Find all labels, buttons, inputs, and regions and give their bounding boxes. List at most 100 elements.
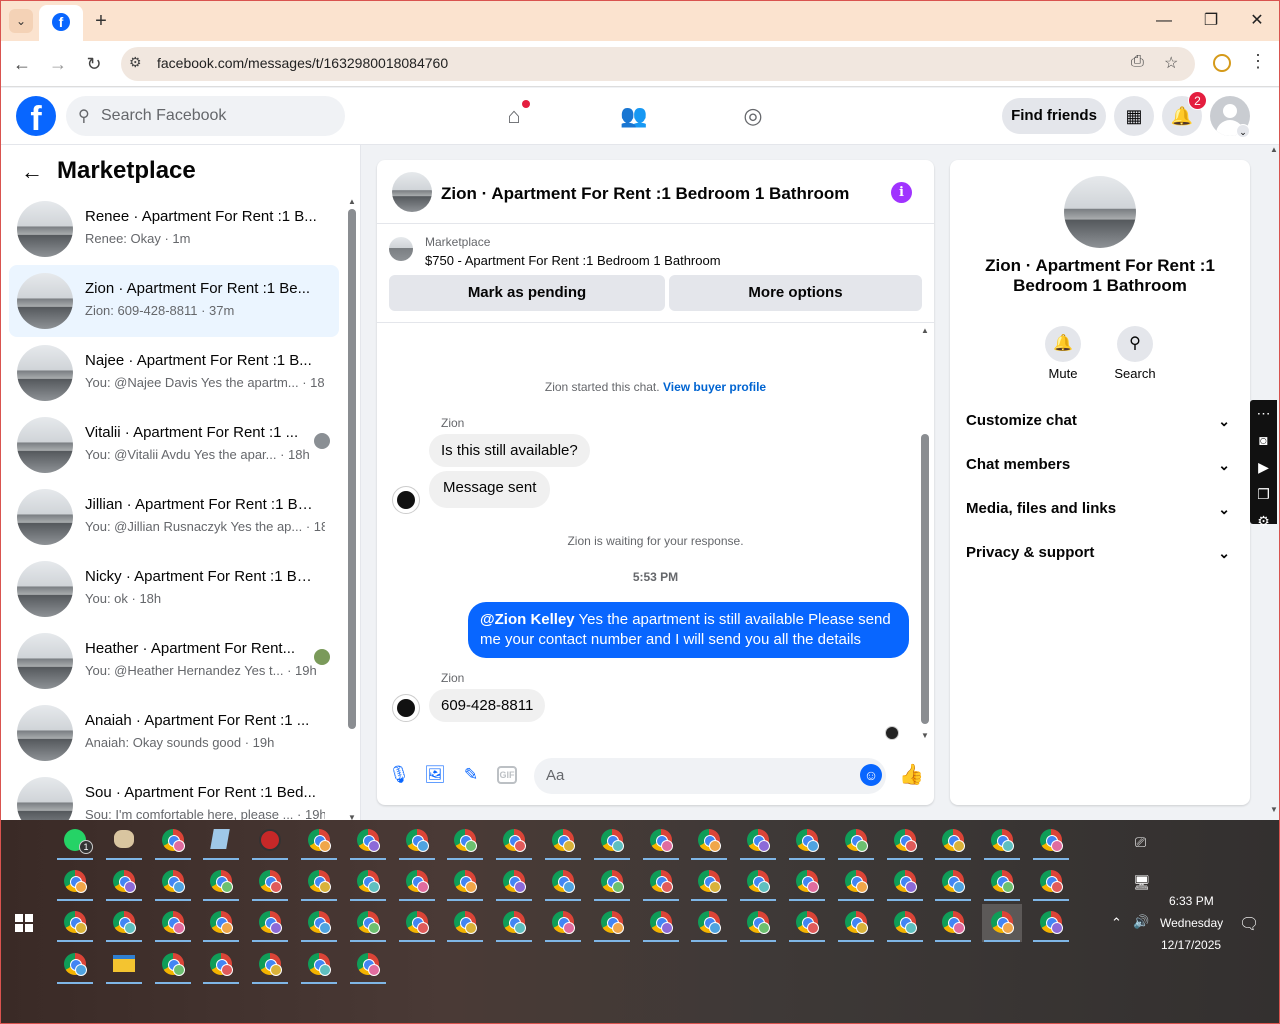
chrome-profile-icon[interactable]	[738, 904, 778, 942]
clock-date[interactable]: 12/17/2025	[1161, 938, 1221, 952]
clock-day[interactable]: Wednesday	[1160, 916, 1223, 930]
chrome-profile-icon[interactable]	[494, 904, 534, 942]
chrome-profile-icon[interactable]	[201, 946, 241, 984]
chrome-profile-icon[interactable]	[348, 822, 388, 860]
chrome-profile-icon[interactable]	[397, 863, 437, 901]
chrome-profile-icon[interactable]	[397, 904, 437, 942]
tray-chevron-icon[interactable]: ⌃	[1111, 915, 1122, 931]
chrome-profile-icon[interactable]	[641, 863, 681, 901]
chrome-profile-icon[interactable]	[689, 904, 729, 942]
chat-thumbnail[interactable]	[392, 172, 432, 212]
chrome-profile-icon[interactable]	[641, 904, 681, 942]
close-window-button[interactable]: ✕	[1242, 9, 1272, 33]
notification-center-icon[interactable]: 🗨	[1239, 914, 1259, 934]
chrome-profile-icon[interactable]	[55, 904, 95, 942]
chrome-profile-icon[interactable]	[201, 863, 241, 901]
chrome-profile-icon[interactable]	[104, 863, 144, 901]
chrome-profile-icon[interactable]	[299, 946, 339, 984]
chrome-profile-icon[interactable]	[787, 822, 827, 860]
chrome-profile-icon[interactable]	[592, 863, 632, 901]
chrome-profile-icon[interactable]	[348, 904, 388, 942]
conversation-item[interactable]: Renee · Apartment For Rent :1 B... Renee…	[9, 193, 339, 265]
emoji-icon[interactable]: ☺	[860, 764, 882, 786]
conversation-item[interactable]: Sou · Apartment For Rent :1 Bed... Sou: …	[9, 769, 339, 821]
message-input[interactable]: Aa ☺	[534, 758, 886, 794]
conversation-item[interactable]: Nicky · Apartment For Rent :1 Be... You:…	[9, 553, 339, 625]
back-button[interactable]: ←	[10, 52, 34, 76]
account-chevron-icon[interactable]: ⌄	[1236, 124, 1250, 138]
chrome-profile-icon[interactable]	[689, 863, 729, 901]
chrome-profile-icon[interactable]	[153, 822, 193, 860]
chrome-profile-icon[interactable]	[787, 863, 827, 901]
search-action[interactable]: ⚲ Search	[1105, 326, 1165, 381]
media-files-links-row[interactable]: Media, files and links ⌄	[966, 494, 1234, 524]
chrome-profile-icon[interactable]	[397, 822, 437, 860]
chrome-profile-icon[interactable]	[348, 946, 388, 984]
new-tab-button[interactable]: +	[89, 9, 113, 33]
mark-as-pending-button[interactable]: Mark as pending	[389, 275, 665, 311]
sender-avatar[interactable]	[392, 486, 420, 514]
incoming-message[interactable]: Is this still available?	[429, 434, 590, 467]
chat-members-row[interactable]: Chat members ⌄	[966, 450, 1234, 480]
reload-button[interactable]: ↻	[82, 52, 106, 76]
chrome-profile-icon[interactable]	[55, 863, 95, 901]
chrome-profile-icon[interactable]	[153, 863, 193, 901]
tab-facebook[interactable]: f	[39, 5, 83, 41]
chrome-profile-icon[interactable]	[836, 863, 876, 901]
incoming-message[interactable]: 609-428-8811	[429, 689, 546, 722]
chrome-profile-icon[interactable]	[641, 822, 681, 860]
bookmark-star-icon[interactable]: ☆	[1164, 53, 1178, 73]
conversation-item-active[interactable]: Zion · Apartment For Rent :1 Be... Zion:…	[9, 265, 339, 337]
windows-start-icon[interactable]	[15, 914, 33, 932]
mention-text[interactable]: @Zion Kelley	[480, 611, 575, 628]
chat-scrollbar[interactable]: ▲ ▼	[921, 326, 929, 740]
site-info-icon[interactable]: ⚙	[129, 54, 142, 71]
back-arrow-icon[interactable]: ←	[21, 159, 43, 185]
chrome-profile-icon[interactable]	[250, 946, 290, 984]
info-thumbnail[interactable]	[1064, 176, 1136, 248]
mute-action[interactable]: 🔔 Mute	[1033, 326, 1093, 381]
chrome-profile-icon[interactable]	[494, 863, 534, 901]
restore-button[interactable]: ❐	[1196, 9, 1226, 33]
install-app-icon[interactable]: ⎙	[1131, 53, 1144, 71]
gif-icon[interactable]: GIF	[497, 766, 517, 784]
browser-menu-icon[interactable]: ⋮	[1249, 51, 1267, 72]
paint-icon[interactable]	[104, 822, 144, 860]
facebook-logo-icon[interactable]: f	[16, 96, 56, 136]
chrome-profile-icon[interactable]	[836, 904, 876, 942]
tab-search-button[interactable]: ⌄	[9, 9, 33, 33]
chrome-profile-icon[interactable]	[836, 822, 876, 860]
groups-icon[interactable]: ◎	[737, 100, 769, 132]
find-friends-button[interactable]: Find friends	[1002, 98, 1106, 134]
chrome-profile-icon[interactable]	[55, 946, 95, 984]
menu-grid-icon[interactable]: ▦	[1114, 96, 1154, 136]
chrome-profile-icon[interactable]	[738, 822, 778, 860]
address-bar[interactable]: ⚙ facebook.com/messages/t/16329800180847…	[121, 47, 1195, 81]
chrome-profile-icon[interactable]	[104, 904, 144, 942]
customize-chat-row[interactable]: Customize chat ⌄	[966, 406, 1234, 436]
meet-now-icon[interactable]: ⎚	[1135, 834, 1146, 851]
more-options-button[interactable]: More options	[669, 275, 922, 311]
chrome-profile-icon[interactable]	[494, 822, 534, 860]
chrome-profile-icon[interactable]	[1031, 822, 1071, 860]
chat-title[interactable]: Zion · Apartment For Rent :1 Bedroom 1 B…	[441, 184, 849, 204]
incoming-message[interactable]: Message sent	[429, 471, 551, 508]
conversation-item[interactable]: Vitalii · Apartment For Rent :1 ... You:…	[9, 409, 339, 481]
browser-profile-icon[interactable]	[1213, 54, 1231, 72]
chrome-profile-icon[interactable]	[933, 863, 973, 901]
search-icon[interactable]: ⚲	[1117, 326, 1153, 362]
chrome-profile-icon[interactable]	[1031, 863, 1071, 901]
url-text[interactable]: facebook.com/messages/t/1632980018084760	[157, 55, 448, 71]
info-icon[interactable]: i	[891, 182, 912, 203]
page-scrollbar[interactable]: ▲ ▼	[1269, 145, 1279, 821]
chrome-profile-icon[interactable]	[543, 863, 583, 901]
sidebar-scrollbar[interactable]: ▲ ▼	[348, 197, 356, 821]
chrome-profile-icon[interactable]	[1031, 904, 1071, 942]
listing-thumbnail[interactable]	[389, 237, 413, 261]
chrome-profile-icon[interactable]	[299, 904, 339, 942]
photo-icon[interactable]: 🖼	[424, 764, 446, 786]
minimize-button[interactable]: —	[1149, 9, 1179, 33]
listing-description[interactable]: $750 - Apartment For Rent :1 Bedroom 1 B…	[425, 253, 721, 268]
chrome-profile-icon[interactable]	[982, 904, 1023, 942]
chrome-profile-icon[interactable]	[250, 904, 290, 942]
